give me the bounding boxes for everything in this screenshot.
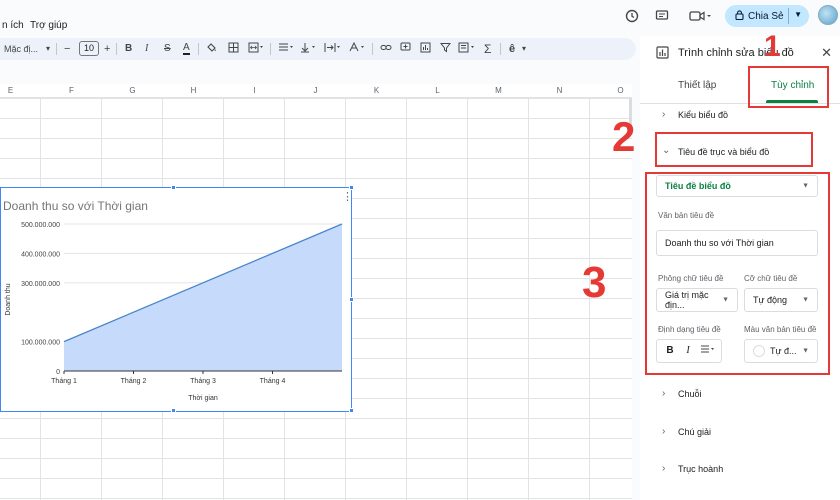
strikethrough-button[interactable]: S: [164, 42, 171, 56]
filter-views-icon[interactable]: [458, 42, 476, 57]
annotation-number-2: 2: [612, 113, 636, 160]
lock-icon: [735, 9, 744, 23]
history-icon[interactable]: [623, 7, 641, 25]
chart-canvas: 0 100.000.000 300.000.000 400.000.000 500.00…: [5, 222, 343, 402]
comment-add-icon[interactable]: [400, 42, 411, 57]
column-header-f[interactable]: F: [41, 86, 102, 95]
section-legend[interactable]: › Chú giải: [640, 417, 840, 447]
chevron-down-icon[interactable]: ▼: [794, 10, 802, 19]
annotation-number-3: 3: [582, 258, 607, 307]
input-tools-button[interactable]: ê: [509, 42, 515, 56]
resize-handle[interactable]: [349, 185, 354, 190]
fill-color-icon[interactable]: [206, 42, 217, 57]
chart-object[interactable]: Doanh thu so với Thời gian ⋮ 0 100.000.00…: [0, 185, 354, 413]
column-header-j[interactable]: J: [285, 86, 346, 95]
chevron-down-icon[interactable]: ▾: [522, 42, 526, 56]
share-divider: [788, 8, 789, 24]
toolbar-divider: [500, 43, 501, 55]
decrease-font-icon[interactable]: −: [64, 42, 70, 56]
column-header-m[interactable]: M: [468, 86, 529, 95]
toolbar-divider: [56, 43, 57, 55]
y-axis-label: Doanh thu: [5, 283, 12, 315]
chevron-right-icon: ›: [662, 109, 666, 120]
x-tick-label: Tháng 4: [260, 378, 286, 385]
resize-handle[interactable]: [171, 408, 176, 413]
x-tick-label: Tháng 1: [51, 378, 77, 385]
annotation-box-3: [645, 172, 830, 375]
menu-help[interactable]: Trợ giúp: [30, 20, 67, 31]
column-header-n[interactable]: N: [529, 86, 590, 95]
section-label: Kiểu biểu đồ: [678, 110, 729, 120]
resize-handle[interactable]: [349, 297, 354, 302]
align-horizontal-icon[interactable]: [278, 42, 294, 57]
toolbar-divider: [270, 43, 271, 55]
functions-button[interactable]: Σ: [484, 42, 491, 56]
insert-chart-icon[interactable]: [420, 42, 431, 57]
merge-cells-icon[interactable]: [248, 42, 264, 57]
column-header-l[interactable]: L: [407, 86, 468, 95]
toolbar-divider: [372, 43, 373, 55]
chart-icon: [654, 45, 670, 59]
column-header-i[interactable]: I: [224, 86, 285, 95]
x-tick-label: Tháng 2: [121, 378, 147, 385]
link-icon[interactable]: [380, 42, 392, 57]
annotation-box-1: [748, 66, 829, 108]
italic-button[interactable]: I: [145, 42, 148, 56]
resize-handle[interactable]: [171, 185, 176, 190]
annotation-box-2: [655, 132, 813, 167]
text-wrap-icon[interactable]: [324, 42, 342, 57]
y-tick-label: 100.000.000: [21, 340, 60, 347]
comment-icon[interactable]: [653, 7, 671, 25]
chevron-right-icon: ›: [662, 388, 666, 399]
close-icon[interactable]: ✕: [821, 45, 832, 61]
menu-extensions[interactable]: n ích: [2, 20, 24, 31]
x-axis-label: Thời gian: [188, 395, 218, 402]
filter-icon[interactable]: [439, 42, 452, 57]
align-vertical-icon[interactable]: [300, 42, 316, 57]
y-tick-label: 300.000.000: [21, 281, 60, 288]
section-label: Chú giải: [678, 427, 712, 437]
section-label: Chuỗi: [678, 389, 702, 399]
avatar[interactable]: [818, 5, 838, 25]
share-button[interactable]: Chia Sẻ ▼: [725, 5, 809, 27]
panel-header: Trình chỉnh sửa biểu đồ ✕: [640, 36, 840, 68]
bold-button[interactable]: B: [125, 42, 132, 56]
area-fill: [64, 224, 342, 371]
font-size-input[interactable]: 10: [79, 41, 99, 56]
tab-setup[interactable]: Thiết lập: [678, 80, 716, 91]
formatting-toolbar: Mặc đị... ▾ − 10 + B I S A Σ ê ▾: [0, 38, 636, 60]
text-color-button[interactable]: A: [183, 42, 190, 55]
chevron-right-icon: ›: [662, 426, 666, 437]
y-tick-label: 500.000.000: [21, 222, 60, 229]
y-tick-label: 0: [56, 369, 60, 376]
resize-handle[interactable]: [349, 408, 354, 413]
y-tick-label: 400.000.000: [21, 251, 60, 258]
toolbar-divider: [198, 43, 199, 55]
text-rotation-icon[interactable]: [348, 41, 366, 57]
x-tick-label: Tháng 3: [190, 378, 216, 385]
column-header-g[interactable]: G: [102, 86, 163, 95]
section-series[interactable]: › Chuỗi: [640, 379, 840, 409]
borders-icon[interactable]: [228, 42, 239, 57]
share-label: Chia Sẻ: [748, 10, 784, 22]
section-horizontal-axis[interactable]: › Trục hoành: [640, 454, 840, 484]
increase-font-icon[interactable]: +: [104, 42, 110, 56]
toolbar-divider: [116, 43, 117, 55]
column-header-e[interactable]: E: [0, 86, 41, 95]
column-header-row: EFGHIJKLMNO: [0, 84, 632, 98]
section-label: Trục hoành: [678, 464, 724, 474]
font-family-select[interactable]: Mặc đị...: [4, 42, 38, 56]
column-header-h[interactable]: H: [163, 86, 224, 95]
annotation-number-1: 1: [764, 30, 781, 63]
column-header-k[interactable]: K: [346, 86, 407, 95]
meet-icon[interactable]: [686, 7, 714, 25]
menu-bar: n ích Trợ giúp: [0, 0, 600, 36]
chevron-right-icon: ›: [662, 463, 666, 474]
chevron-down-icon[interactable]: ▾: [46, 42, 50, 56]
